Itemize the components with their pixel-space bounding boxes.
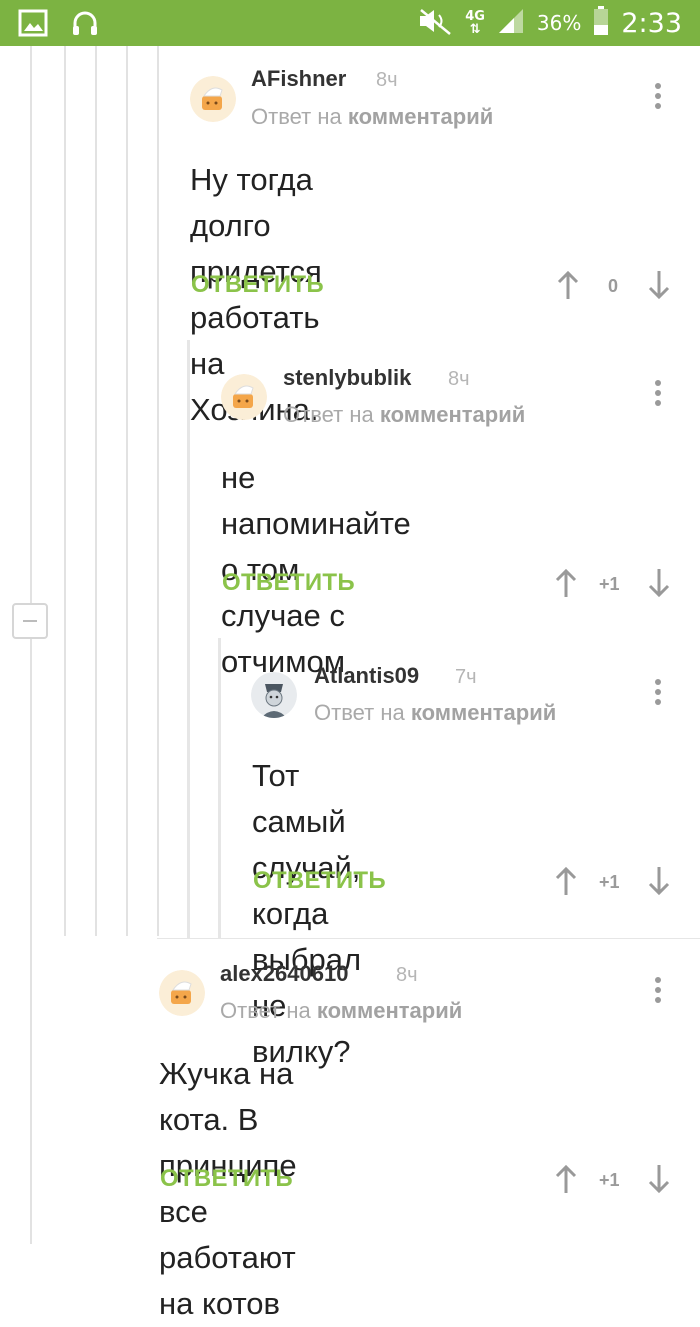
score: +1 xyxy=(599,872,620,892)
downvote-icon[interactable] xyxy=(647,1164,671,1194)
score: 0 xyxy=(608,276,619,296)
thread-line xyxy=(126,46,128,936)
username[interactable]: Atlantis09 xyxy=(314,663,419,689)
avatar[interactable] xyxy=(221,374,267,420)
timestamp: 8ч xyxy=(448,368,470,390)
battery-icon xyxy=(593,6,609,40)
reply-button[interactable]: ОТВЕТИТЬ xyxy=(160,1165,293,1193)
mute-icon xyxy=(417,6,453,40)
status-bar: 4G ⇅ 36% 2:33 xyxy=(0,0,700,46)
more-menu-icon[interactable] xyxy=(654,977,662,1007)
reply-button[interactable]: ОТВЕТИТЬ xyxy=(253,867,386,895)
upvote-icon[interactable] xyxy=(554,866,578,896)
upvote-icon[interactable] xyxy=(554,568,578,598)
reply-button[interactable]: ОТВЕТИТЬ xyxy=(222,569,355,597)
timestamp: 8ч xyxy=(376,69,398,91)
downvote-icon[interactable] xyxy=(647,866,671,896)
score: +1 xyxy=(599,1170,620,1190)
reply-to: Ответ на комментарий xyxy=(251,104,494,129)
downvote-icon[interactable] xyxy=(647,270,671,300)
reply-to: Ответ на комментарий xyxy=(220,998,463,1023)
thread-line xyxy=(30,46,32,1244)
avatar[interactable] xyxy=(159,970,205,1016)
collapse-thread-button[interactable] xyxy=(12,603,48,639)
upvote-icon[interactable] xyxy=(554,1164,578,1194)
clock: 2:33 xyxy=(621,7,682,39)
thread-line xyxy=(157,46,159,936)
network-type: 4G ⇅ xyxy=(465,9,485,37)
more-menu-icon[interactable] xyxy=(654,380,662,410)
username[interactable]: alex2640610 xyxy=(220,961,348,987)
thread-line xyxy=(64,46,66,936)
battery-percent: 36% xyxy=(536,11,582,35)
reply-to-link[interactable]: комментарий xyxy=(411,700,556,725)
reply-to-link[interactable]: комментарий xyxy=(380,402,525,427)
more-menu-icon[interactable] xyxy=(654,83,662,113)
gallery-icon xyxy=(18,8,48,43)
headphones-icon xyxy=(70,8,100,43)
upvote-icon[interactable] xyxy=(556,270,580,300)
username[interactable]: AFishner xyxy=(251,66,346,92)
reply-to: Ответ на комментарий xyxy=(314,700,557,725)
reply-to-link[interactable]: комментарий xyxy=(348,104,493,129)
downvote-icon[interactable] xyxy=(647,568,671,598)
comment-text: Тот самый случай, когда выбрал не вилку? xyxy=(252,758,362,1069)
timestamp: 7ч xyxy=(455,666,477,688)
more-menu-icon[interactable] xyxy=(654,679,662,709)
username[interactable]: stenlybublik xyxy=(283,365,411,391)
reply-button[interactable]: ОТВЕТИТЬ xyxy=(191,271,324,299)
reply-to: Ответ на комментарий xyxy=(283,402,526,427)
avatar[interactable] xyxy=(190,76,236,122)
thread-line xyxy=(95,46,97,936)
score: +1 xyxy=(599,574,620,594)
divider xyxy=(157,938,700,939)
timestamp: 8ч xyxy=(396,964,418,986)
reply-to-link[interactable]: комментарий xyxy=(317,998,462,1023)
avatar[interactable] xyxy=(251,672,297,718)
signal-icon xyxy=(497,7,525,39)
